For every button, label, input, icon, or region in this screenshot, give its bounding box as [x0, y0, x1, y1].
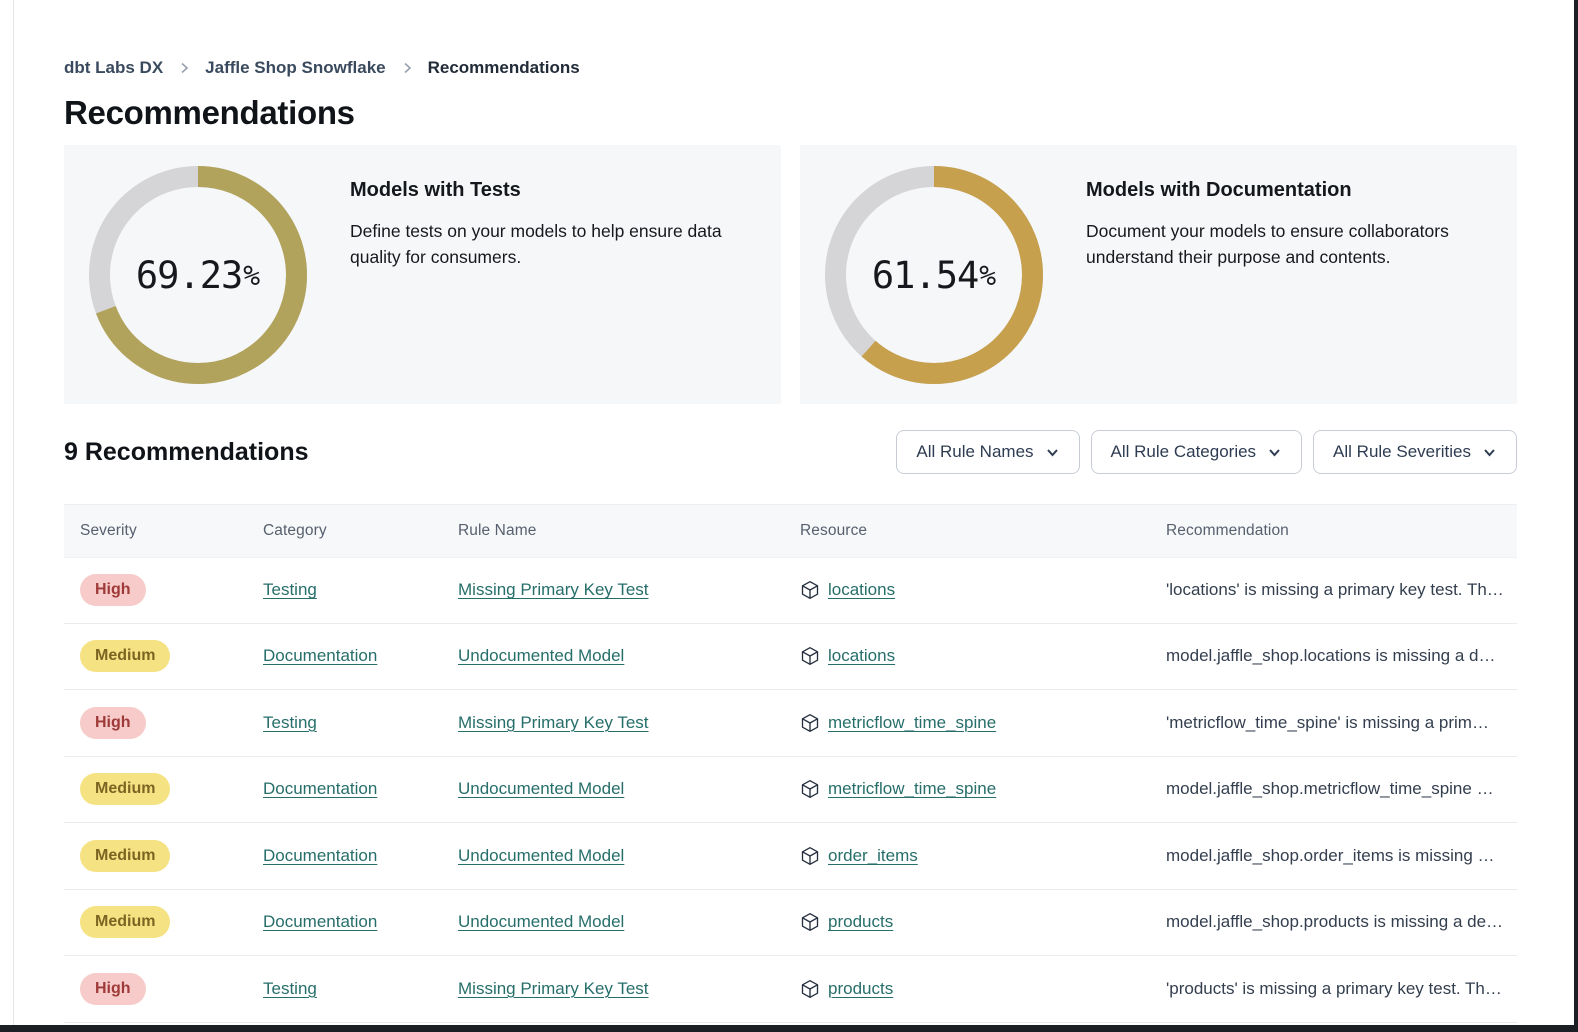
severity-badge: High [80, 574, 146, 606]
model-cube-icon [800, 580, 820, 600]
table-row: High Testing Missing Primary Key Test me… [64, 690, 1517, 757]
rule-severities-filter-label: All Rule Severities [1333, 442, 1471, 462]
window-frame-bottom [0, 1025, 1578, 1032]
model-cube-icon [800, 779, 820, 799]
recommendations-table: Severity Category Rule Name Resource Rec… [64, 504, 1517, 1023]
rule-name-link[interactable]: Missing Primary Key Test [458, 979, 649, 998]
severity-badge: Medium [80, 906, 170, 938]
rule-name-link[interactable]: Missing Primary Key Test [458, 580, 649, 599]
rule-name-link[interactable]: Undocumented Model [458, 846, 624, 865]
recommendation-text: model.jaffle_shop.metricflow_time_spine … [1166, 779, 1517, 799]
chevron-right-icon [177, 61, 191, 75]
rule-name-link[interactable]: Undocumented Model [458, 646, 624, 665]
recommendation-text: 'products' is missing a primary key test… [1166, 979, 1517, 999]
breadcrumb-item-project[interactable]: Jaffle Shop Snowflake [205, 58, 385, 78]
tests-card-description: Define tests on your models to help ensu… [350, 218, 757, 270]
rule-names-filter-dropdown[interactable]: All Rule Names [896, 430, 1079, 474]
rule-categories-filter-label: All Rule Categories [1111, 442, 1257, 462]
breadcrumb: dbt Labs DX Jaffle Shop Snowflake Recomm… [64, 58, 1517, 78]
category-link[interactable]: Testing [263, 580, 317, 599]
metric-cards: 69.23% Models with Tests Define tests on… [64, 145, 1517, 404]
column-header-category: Category [263, 522, 458, 540]
card-models-with-documentation: 61.54% Models with Documentation Documen… [800, 145, 1517, 404]
column-header-recommendation: Recommendation [1166, 522, 1517, 540]
rule-name-link[interactable]: Undocumented Model [458, 912, 624, 931]
recommendations-count-heading: 9 Recommendations [64, 438, 309, 467]
docs-card-title: Models with Documentation [1086, 179, 1493, 202]
breadcrumb-item-account[interactable]: dbt Labs DX [64, 58, 163, 78]
model-cube-icon [800, 912, 820, 932]
resource-link[interactable]: products [828, 912, 893, 932]
rule-categories-filter-dropdown[interactable]: All Rule Categories [1091, 430, 1303, 474]
category-link[interactable]: Testing [263, 713, 317, 732]
recommendation-text: model.jaffle_shop.locations is missing a… [1166, 646, 1517, 666]
model-cube-icon [800, 713, 820, 733]
tests-donut-chart: 69.23% [88, 165, 308, 385]
severity-badge: High [80, 707, 146, 739]
resource-link[interactable]: metricflow_time_spine [828, 779, 996, 799]
resource-link[interactable]: locations [828, 580, 895, 600]
filter-bar: All Rule Names All Rule Categories All R… [896, 430, 1517, 474]
tests-percent-value: 69.23% [88, 165, 308, 385]
severity-badge: Medium [80, 840, 170, 872]
table-row: Medium Documentation Undocumented Model … [64, 890, 1517, 957]
model-cube-icon [800, 846, 820, 866]
resource-link[interactable]: metricflow_time_spine [828, 713, 996, 733]
list-header: 9 Recommendations All Rule Names All Rul… [64, 430, 1517, 474]
column-header-severity: Severity [80, 522, 263, 540]
resource-link[interactable]: products [828, 979, 893, 999]
category-link[interactable]: Documentation [263, 779, 377, 798]
chevron-down-icon [1482, 445, 1497, 460]
column-header-rule-name: Rule Name [458, 522, 800, 540]
docs-card-description: Document your models to ensure collabora… [1086, 218, 1493, 270]
tests-card-title: Models with Tests [350, 179, 757, 202]
chevron-right-icon [400, 61, 414, 75]
table-row: High Testing Missing Primary Key Test pr… [64, 956, 1517, 1023]
card-models-with-tests: 69.23% Models with Tests Define tests on… [64, 145, 781, 404]
category-link[interactable]: Documentation [263, 846, 377, 865]
table-body: High Testing Missing Primary Key Test lo… [64, 557, 1517, 1023]
table-row: Medium Documentation Undocumented Model … [64, 823, 1517, 890]
docs-percent-value: 61.54% [824, 165, 1044, 385]
table-header-row: Severity Category Rule Name Resource Rec… [64, 504, 1517, 557]
docs-donut-chart: 61.54% [824, 165, 1044, 385]
resource-link[interactable]: order_items [828, 846, 918, 866]
table-row: Medium Documentation Undocumented Model … [64, 757, 1517, 824]
chevron-down-icon [1267, 445, 1282, 460]
severity-badge: Medium [80, 773, 170, 805]
recommendation-text: model.jaffle_shop.products is missing a … [1166, 912, 1517, 932]
category-link[interactable]: Testing [263, 979, 317, 998]
page-title: Recommendations [64, 94, 1517, 132]
column-header-resource: Resource [800, 522, 1166, 540]
category-link[interactable]: Documentation [263, 912, 377, 931]
model-cube-icon [800, 646, 820, 666]
table-row: Medium Documentation Undocumented Model … [64, 624, 1517, 691]
resource-link[interactable]: locations [828, 646, 895, 666]
breadcrumb-item-current: Recommendations [428, 58, 580, 78]
recommendation-text: model.jaffle_shop.order_items is missing… [1166, 846, 1517, 866]
recommendation-text: 'metricflow_time_spine' is missing a pri… [1166, 713, 1517, 733]
severity-badge: Medium [80, 640, 170, 672]
rule-names-filter-label: All Rule Names [916, 442, 1033, 462]
model-cube-icon [800, 979, 820, 999]
rule-name-link[interactable]: Missing Primary Key Test [458, 713, 649, 732]
window-frame-right [1574, 0, 1578, 1032]
rule-name-link[interactable]: Undocumented Model [458, 779, 624, 798]
severity-badge: High [80, 973, 146, 1005]
chevron-down-icon [1045, 445, 1060, 460]
recommendation-text: 'locations' is missing a primary key tes… [1166, 580, 1517, 600]
main-content: dbt Labs DX Jaffle Shop Snowflake Recomm… [0, 0, 1578, 1023]
category-link[interactable]: Documentation [263, 646, 377, 665]
rule-severities-filter-dropdown[interactable]: All Rule Severities [1313, 430, 1517, 474]
table-row: High Testing Missing Primary Key Test lo… [64, 557, 1517, 624]
